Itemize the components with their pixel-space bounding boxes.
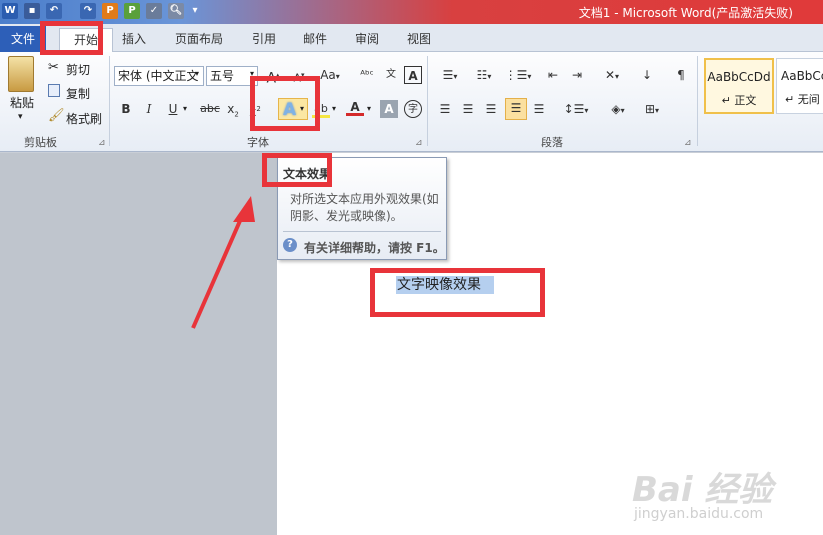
undo-icon[interactable]: ↶ [46, 3, 62, 19]
paragraph-group-label: 段落 [541, 136, 563, 149]
font-name-dropdown-icon[interactable]: ▾ [195, 69, 199, 78]
group-separator [109, 56, 110, 146]
style-normal[interactable]: AaBbCcDd ↵ 正文 [704, 58, 774, 114]
tooltip-help-text: 有关详细帮助，请按 F1。 [304, 241, 445, 255]
annotation-box-selection [370, 268, 545, 317]
line-spacing-button[interactable]: ↕☰▾ [562, 100, 590, 118]
arrow-shaft [191, 213, 245, 329]
sort-button[interactable]: ↓ [638, 66, 656, 84]
copy-button[interactable]: 复制 [66, 85, 90, 102]
tab-review[interactable]: 审阅 [341, 28, 393, 52]
italic-button[interactable]: I [140, 100, 158, 118]
spell-icon[interactable]: ✓ [146, 3, 162, 19]
redo-icon[interactable]: ↷ [80, 3, 96, 19]
underline-button[interactable]: U [164, 100, 182, 118]
subscript-button[interactable]: x2 [224, 100, 242, 118]
cut-button[interactable]: 剪切 [66, 61, 90, 78]
print-preview-icon[interactable]: 🔍︎ [168, 3, 184, 19]
tab-view[interactable]: 视图 [393, 28, 445, 52]
p2-icon[interactable]: P [124, 3, 140, 19]
font-size-value: 五号 [210, 69, 235, 83]
tooltip-description: 对所选文本应用外观效果(如阴影、发光或映像)。 [290, 192, 439, 223]
clear-formatting-button[interactable]: ᴬᵇᶜ [358, 66, 376, 84]
style-normal-name: ↵ 正文 [721, 94, 757, 107]
decrease-indent-button[interactable]: ⇤ [544, 66, 562, 84]
tab-mailings[interactable]: 邮件 [289, 28, 341, 52]
font-name-value: 宋体 (中文正文 [118, 69, 199, 83]
numbering-button[interactable]: ☷▾ [470, 66, 498, 84]
style-no-spacing-name: ↵ 无间 [785, 93, 820, 106]
tab-page-layout[interactable]: 页面布局 [161, 28, 237, 52]
strikethrough-button[interactable]: abc [198, 100, 222, 118]
style-normal-preview: AaBbCcDd [707, 70, 771, 84]
p-icon[interactable]: P [102, 3, 118, 19]
underline-dropdown-icon[interactable]: ▾ [183, 104, 187, 113]
change-case-button[interactable]: Aa▾ [318, 66, 342, 84]
copy-icon[interactable] [48, 84, 60, 97]
help-icon: ? [283, 238, 297, 252]
show-formatting-button[interactable]: ¶ [672, 66, 690, 84]
paste-icon[interactable] [8, 56, 34, 92]
align-left-button[interactable]: ☰ [436, 100, 454, 118]
asian-layout-button[interactable]: ✕▾ [598, 66, 626, 84]
group-separator [697, 56, 698, 146]
character-shading-button[interactable]: A [380, 100, 398, 118]
tab-references[interactable]: 引用 [238, 28, 290, 52]
tab-insert[interactable]: 插入 [108, 28, 160, 52]
tooltip-divider [283, 231, 441, 232]
style-no-spacing-preview: AaBbCcDd [781, 69, 823, 83]
font-name-combo[interactable]: 宋体 (中文正文 [114, 66, 204, 86]
font-group-label: 字体 [247, 136, 269, 149]
annotation-arrow [191, 196, 255, 329]
font-color-button[interactable]: A [346, 98, 364, 116]
phonetic-guide-button[interactable]: 文 [380, 66, 402, 84]
customize-icon[interactable]: ▾ [190, 3, 200, 19]
clipboard-group-label: 剪贴板 [24, 136, 57, 149]
multilevel-list-button[interactable]: ⋮☰▾ [504, 66, 532, 84]
format-painter-icon[interactable]: 🖌︎ [48, 108, 65, 123]
save-icon[interactable]: ▪ [24, 3, 40, 19]
watermark-site: jingyan.baidu.com [634, 506, 764, 522]
style-no-spacing[interactable]: AaBbCcDd ↵ 无间 [776, 58, 823, 114]
shading-button[interactable]: ◈▾ [604, 100, 632, 118]
annotation-box-text-effect [250, 76, 320, 131]
align-right-button[interactable]: ☰ [482, 100, 500, 118]
window-title: 文档1 - Microsoft Word(产品激活失败) [578, 6, 793, 20]
annotation-box-home-tab [40, 21, 103, 55]
annotation-box-tooltip-title [262, 153, 332, 187]
borders-button[interactable]: ⊞▾ [638, 100, 666, 118]
group-separator [427, 56, 428, 146]
format-painter-button[interactable]: 格式刷 [66, 110, 102, 127]
word-logo-icon[interactable]: W [2, 3, 18, 19]
title-bar: W ▪ ↶ ↷ P P ✓ 🔍︎ ▾ 文档1 - Microsoft Word(… [0, 0, 823, 24]
paste-button[interactable]: 粘贴 [10, 94, 34, 111]
watermark: Bai 经验 jingyan.baidu.com [632, 462, 812, 532]
paragraph-launcher-icon[interactable]: ⊿ [684, 138, 692, 148]
justify-button[interactable]: ☰ [505, 98, 527, 120]
align-center-button[interactable]: ☰ [459, 100, 477, 118]
arrow-head [233, 196, 255, 222]
ribbon-tabs: 文件 开始 插入 页面布局 引用 邮件 审阅 视图 [0, 24, 823, 52]
increase-indent-button[interactable]: ⇥ [568, 66, 586, 84]
clipboard-launcher-icon[interactable]: ⊿ [98, 138, 106, 148]
ribbon: 粘贴 ▾ ✂ 剪切 复制 🖌︎ 格式刷 剪贴板 ⊿ 宋体 (中文正文 ▾ 五号 … [0, 52, 823, 152]
watermark-brand: Bai 经验 [632, 470, 773, 510]
font-launcher-icon[interactable]: ⊿ [415, 138, 423, 148]
font-color-dropdown-icon[interactable]: ▾ [367, 104, 371, 113]
bold-button[interactable]: B [117, 100, 135, 118]
character-border-button[interactable]: A [404, 66, 422, 84]
enclose-characters-button[interactable]: 字 [404, 100, 422, 118]
bullets-button[interactable]: ☰▾ [436, 66, 464, 84]
cut-icon[interactable]: ✂ [48, 60, 59, 75]
highlight-dropdown-icon[interactable]: ▾ [332, 104, 336, 113]
paste-dropdown-icon[interactable]: ▾ [18, 112, 23, 122]
distributed-button[interactable]: ☰ [530, 100, 548, 118]
